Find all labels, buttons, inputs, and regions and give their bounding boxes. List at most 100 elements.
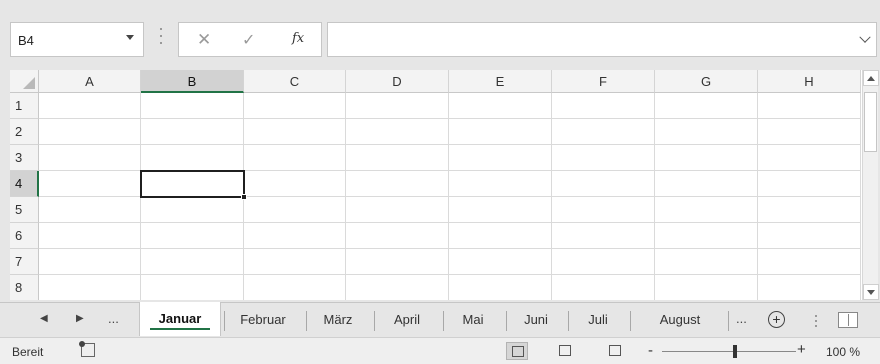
cell-c4[interactable]: [244, 171, 346, 197]
cell-d7[interactable]: [346, 249, 449, 275]
cell-f3[interactable]: [552, 145, 655, 171]
row-header-8[interactable]: 8: [10, 275, 39, 300]
column-header-d[interactable]: D: [346, 70, 449, 93]
cell-f1[interactable]: [552, 93, 655, 119]
cell-c3[interactable]: [244, 145, 346, 171]
cell-e2[interactable]: [449, 119, 552, 145]
column-header-b[interactable]: B: [141, 70, 244, 93]
column-header-a[interactable]: A: [39, 70, 141, 93]
cell-d2[interactable]: [346, 119, 449, 145]
cell-h6[interactable]: [758, 223, 861, 249]
sheet-tab-0[interactable]: Januar: [139, 302, 221, 336]
cell-e4[interactable]: [449, 171, 552, 197]
cell-a7[interactable]: [39, 249, 141, 275]
cell-h3[interactable]: [758, 145, 861, 171]
plus-circle-icon[interactable]: +: [768, 311, 785, 328]
toolbar-grip[interactable]: [160, 28, 163, 50]
cell-a8[interactable]: [39, 275, 141, 300]
column-header-g[interactable]: G: [655, 70, 758, 93]
zoom-slider-handle[interactable]: [733, 345, 737, 358]
row-header-3[interactable]: 3: [10, 145, 39, 171]
select-all-button[interactable]: [10, 70, 39, 93]
tabs-overflow-left[interactable]: ...: [108, 311, 119, 326]
cell-h5[interactable]: [758, 197, 861, 223]
cell-b8[interactable]: [141, 275, 244, 300]
row-header-6[interactable]: 6: [10, 223, 39, 249]
cell-a5[interactable]: [39, 197, 141, 223]
cell-h8[interactable]: [758, 275, 861, 300]
cell-b6[interactable]: [141, 223, 244, 249]
grid-view-icon[interactable]: [506, 342, 528, 360]
cell-b2[interactable]: [141, 119, 244, 145]
macro-record-icon[interactable]: [79, 341, 95, 357]
cell-d5[interactable]: [346, 197, 449, 223]
cell-g2[interactable]: [655, 119, 758, 145]
sheet-tab-6[interactable]: Juli: [570, 309, 626, 331]
cell-d6[interactable]: [346, 223, 449, 249]
cell-d4[interactable]: [346, 171, 449, 197]
cell-f5[interactable]: [552, 197, 655, 223]
cell-a3[interactable]: [39, 145, 141, 171]
page-layout-icon[interactable]: [554, 342, 576, 360]
cell-b7[interactable]: [141, 249, 244, 275]
row-header-5[interactable]: 5: [10, 197, 39, 223]
cell-e1[interactable]: [449, 93, 552, 119]
cell-f2[interactable]: [552, 119, 655, 145]
chevron-down-icon[interactable]: [126, 35, 134, 40]
sheet-tab-5[interactable]: Juni: [508, 309, 564, 331]
scroll-up-arrow-icon[interactable]: [863, 70, 879, 86]
sheet-tab-4[interactable]: Mai: [445, 309, 501, 331]
cell-a4[interactable]: [39, 171, 141, 197]
sheet-tab-2[interactable]: März: [308, 309, 368, 331]
cell-g1[interactable]: [655, 93, 758, 119]
cell-c6[interactable]: [244, 223, 346, 249]
active-cell-border[interactable]: [140, 170, 245, 198]
column-header-c[interactable]: C: [244, 70, 346, 93]
row-header-2[interactable]: 2: [10, 119, 39, 145]
cell-e7[interactable]: [449, 249, 552, 275]
name-box[interactable]: B4: [10, 22, 144, 57]
zoom-out-button[interactable]: -: [648, 342, 653, 359]
zoom-level[interactable]: 100 %: [826, 345, 860, 359]
column-header-f[interactable]: F: [552, 70, 655, 93]
cell-f4[interactable]: [552, 171, 655, 197]
cell-f7[interactable]: [552, 249, 655, 275]
sheet-tab-7[interactable]: August: [632, 309, 728, 331]
cell-b1[interactable]: [141, 93, 244, 119]
cell-e5[interactable]: [449, 197, 552, 223]
fill-handle[interactable]: [241, 194, 247, 200]
cell-a1[interactable]: [39, 93, 141, 119]
cell-c7[interactable]: [244, 249, 346, 275]
tabs-overflow-right[interactable]: ...: [736, 311, 747, 326]
prev-sheet-icon[interactable]: ◀: [40, 313, 48, 324]
worksheet-grid[interactable]: ABCDEFGH 12345678: [10, 70, 862, 300]
page-break-icon[interactable]: [604, 342, 626, 360]
cell-c8[interactable]: [244, 275, 346, 300]
scroll-split-icon[interactable]: [838, 312, 858, 328]
cell-h1[interactable]: [758, 93, 861, 119]
cell-b5[interactable]: [141, 197, 244, 223]
vertical-scrollbar[interactable]: [862, 70, 879, 300]
formula-input[interactable]: [327, 22, 877, 57]
scroll-down-arrow-icon[interactable]: [863, 284, 879, 300]
cell-f8[interactable]: [552, 275, 655, 300]
cell-c2[interactable]: [244, 119, 346, 145]
next-sheet-icon[interactable]: ▶: [76, 313, 84, 324]
cell-h4[interactable]: [758, 171, 861, 197]
expand-formula-chevron-icon[interactable]: [859, 31, 871, 43]
tab-splitter-grip[interactable]: [815, 315, 817, 330]
cell-d3[interactable]: [346, 145, 449, 171]
cell-e3[interactable]: [449, 145, 552, 171]
row-header-1[interactable]: 1: [10, 93, 39, 119]
cell-g3[interactable]: [655, 145, 758, 171]
column-header-e[interactable]: E: [449, 70, 552, 93]
cell-c1[interactable]: [244, 93, 346, 119]
cell-g8[interactable]: [655, 275, 758, 300]
scroll-thumb[interactable]: [864, 92, 877, 152]
check-icon[interactable]: ✓: [242, 30, 255, 50]
column-header-h[interactable]: H: [758, 70, 861, 93]
cell-e6[interactable]: [449, 223, 552, 249]
cell-a6[interactable]: [39, 223, 141, 249]
row-header-7[interactable]: 7: [10, 249, 39, 275]
cell-g5[interactable]: [655, 197, 758, 223]
